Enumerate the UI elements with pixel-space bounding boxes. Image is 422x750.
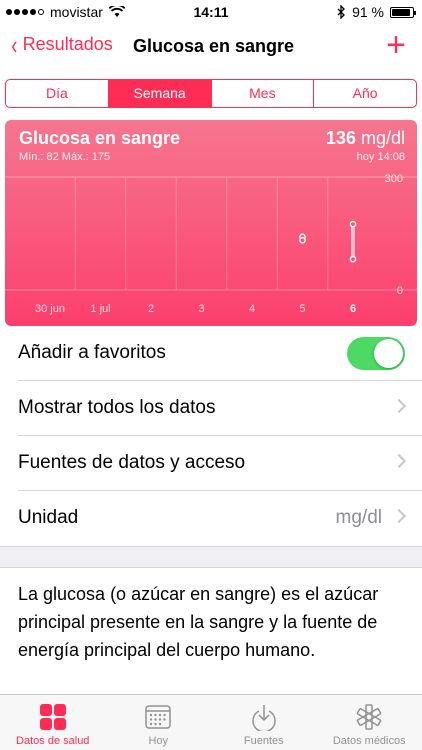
segment-week[interactable]: Semana [108,80,212,107]
unit-label: Unidad [18,507,79,528]
show-all-data-row[interactable]: Mostrar todos los datos [0,381,422,436]
segment-month[interactable]: Mes [212,80,315,107]
chevron-right-icon [391,508,407,524]
unit-value: mg/dl [335,507,382,528]
tab-medical-data[interactable]: Datos médicos [317,695,422,750]
chevron-left-icon: ‹ [11,29,18,60]
tab-label: Hoy [148,735,169,747]
back-button[interactable]: ‹ Resultados [10,29,113,60]
calendar-icon [145,705,171,729]
chevron-right-icon [391,453,407,469]
x-tick-label: 5 [299,303,305,315]
chevron-right-icon [391,398,407,414]
description-text: La glucosa (o azúcar en sangre) es el az… [18,584,379,660]
tab-label: Fuentes [243,735,284,747]
favorites-toggle[interactable] [347,337,405,370]
show-all-data-label: Mostrar todos los datos [18,397,216,418]
grid-icon [39,704,66,730]
tab-label: Datos de salud [16,735,90,747]
unit-row[interactable]: Unidad mg/dl [0,491,422,546]
y-tick-label: 300 [385,173,403,185]
data-sources-row[interactable]: Fuentes de datos y acceso [0,436,422,491]
tab-bar: Datos de salud Hoy Fuentes Datos médicos [0,694,422,750]
data-point [349,220,357,228]
x-tick-label: 6 [350,303,356,315]
data-point [299,236,306,244]
x-tick-label: 1 jul [90,303,110,315]
bluetooth-icon [337,5,345,19]
battery-icon [390,6,416,18]
data-point [349,255,357,263]
section-gap [0,546,422,568]
x-tick-label: 30 jun [35,303,65,315]
tab-today[interactable]: Hoy [106,695,212,750]
segment-day[interactable]: Día [6,80,109,107]
status-bar: movistar 14:11 91 % [0,0,422,24]
download-icon [252,705,276,731]
x-tick-label: 3 [198,303,204,315]
segment-year[interactable]: Año [314,80,416,107]
data-sources-label: Fuentes de datos y acceso [18,452,246,473]
battery-percent: 91 % [352,4,384,20]
plus-icon[interactable]: + [386,28,406,62]
back-label: Resultados [22,34,113,54]
tab-label: Datos médicos [332,735,406,747]
period-segmented-control: Día Semana Mes Año [5,79,417,108]
medical-star-icon [356,704,382,730]
chart-plot: 300 0 30 jun 1 jul 2 3 4 5 6 [5,173,417,315]
x-tick-label: 4 [249,303,255,315]
status-right: 91 % [337,4,416,20]
tab-sources[interactable]: Fuentes [211,695,317,750]
x-tick-label: 2 [148,303,154,315]
favorites-row: Añadir a favoritos [0,326,422,381]
glucose-chart[interactable]: Glucosa en sangre 136 mg/dl Mín.: 82 Máx… [5,120,417,326]
tab-health-data[interactable]: Datos de salud [0,695,106,750]
navigation-bar: ‹ Resultados Glucosa en sangre + [0,24,422,70]
y-tick-label: 0 [397,285,403,297]
page-title: Glucosa en sangre [133,36,295,56]
favorites-label: Añadir a favoritos [18,342,166,363]
